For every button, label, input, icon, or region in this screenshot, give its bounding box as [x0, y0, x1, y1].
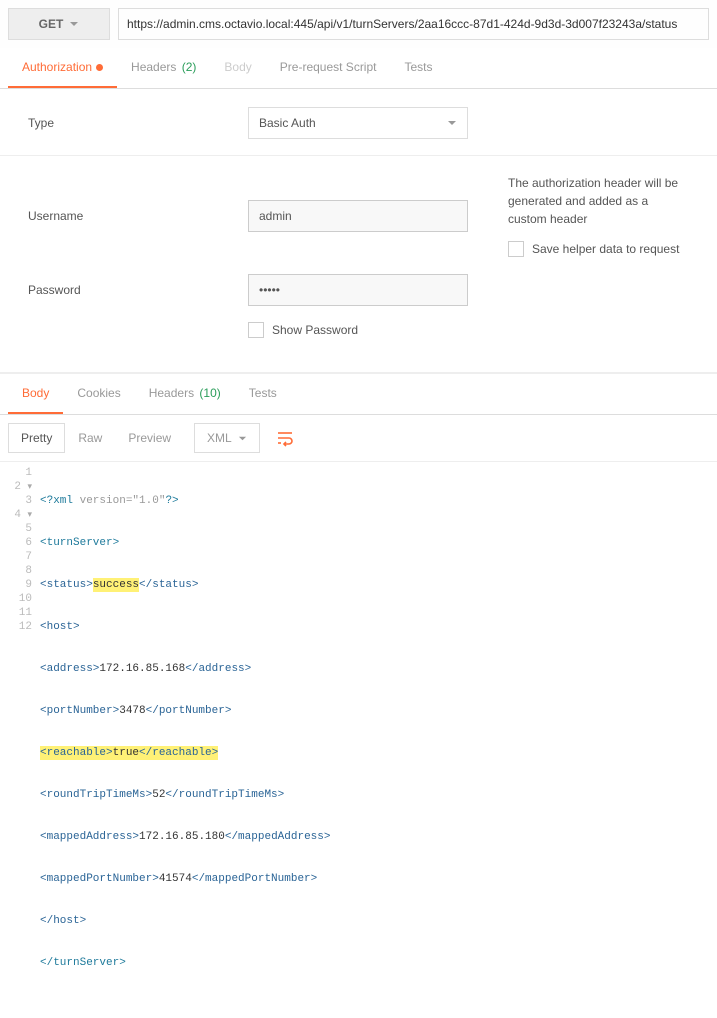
type-label: Type	[28, 116, 248, 130]
pretty-button[interactable]: Pretty	[8, 423, 65, 453]
tab-tests[interactable]: Tests	[390, 48, 446, 88]
tab-response-tests[interactable]: Tests	[235, 374, 291, 414]
chevron-down-icon	[69, 19, 79, 29]
tab-body[interactable]: Body	[210, 48, 265, 88]
response-body[interactable]: 1 2▾ 3 4▾ 5 6 7 8 9 10 11 12 <?xml versi…	[0, 462, 717, 1018]
save-helper-checkbox[interactable]	[508, 241, 524, 257]
chevron-down-icon	[238, 434, 247, 443]
modified-dot-icon	[96, 64, 103, 71]
password-input[interactable]	[248, 274, 468, 306]
response-tabs: Body Cookies Headers (10) Tests	[0, 373, 717, 415]
url-input[interactable]: https://admin.cms.octavio.local:445/api/…	[118, 8, 709, 40]
username-label: Username	[28, 209, 248, 223]
method-label: GET	[39, 17, 64, 31]
tab-response-body[interactable]: Body	[8, 374, 63, 414]
method-selector[interactable]: GET	[8, 8, 110, 40]
chevron-down-icon	[447, 118, 457, 128]
format-selector[interactable]: XML	[194, 423, 260, 453]
username-input[interactable]	[248, 200, 468, 232]
password-label: Password	[28, 283, 248, 297]
raw-button[interactable]: Raw	[65, 423, 115, 453]
url-highlighted: 2aa16ccc-87d1-424d-9d3d-3d007f23243a/sta…	[418, 17, 678, 31]
save-helper-label: Save helper data to request	[532, 240, 679, 258]
wrap-lines-button[interactable]	[270, 423, 300, 453]
request-tabs: Authorization Headers (2) Body Pre-reque…	[0, 48, 717, 89]
show-password-label: Show Password	[272, 323, 358, 337]
code-content: <?xml version="1.0"?> <turnServer> <stat…	[40, 466, 717, 998]
line-gutter: 1 2▾ 3 4▾ 5 6 7 8 9 10 11 12	[0, 466, 40, 998]
auth-type-select[interactable]: Basic Auth	[248, 107, 468, 139]
tab-response-headers[interactable]: Headers (10)	[135, 374, 235, 414]
url-prefix: https://admin.cms.octavio.local:445/api/…	[127, 17, 418, 31]
wrap-icon	[276, 429, 294, 447]
auth-note: The authorization header will be generat…	[468, 174, 689, 258]
preview-button[interactable]: Preview	[115, 423, 184, 453]
auth-panel: Type Basic Auth Username The authorizati…	[0, 89, 717, 373]
tab-cookies[interactable]: Cookies	[63, 374, 134, 414]
tab-headers[interactable]: Headers (2)	[117, 48, 210, 88]
show-password-checkbox[interactable]	[248, 322, 264, 338]
response-toolbar: Pretty Raw Preview XML	[0, 415, 717, 462]
tab-authorization[interactable]: Authorization	[8, 48, 117, 88]
tab-pre-request-script[interactable]: Pre-request Script	[266, 48, 391, 88]
